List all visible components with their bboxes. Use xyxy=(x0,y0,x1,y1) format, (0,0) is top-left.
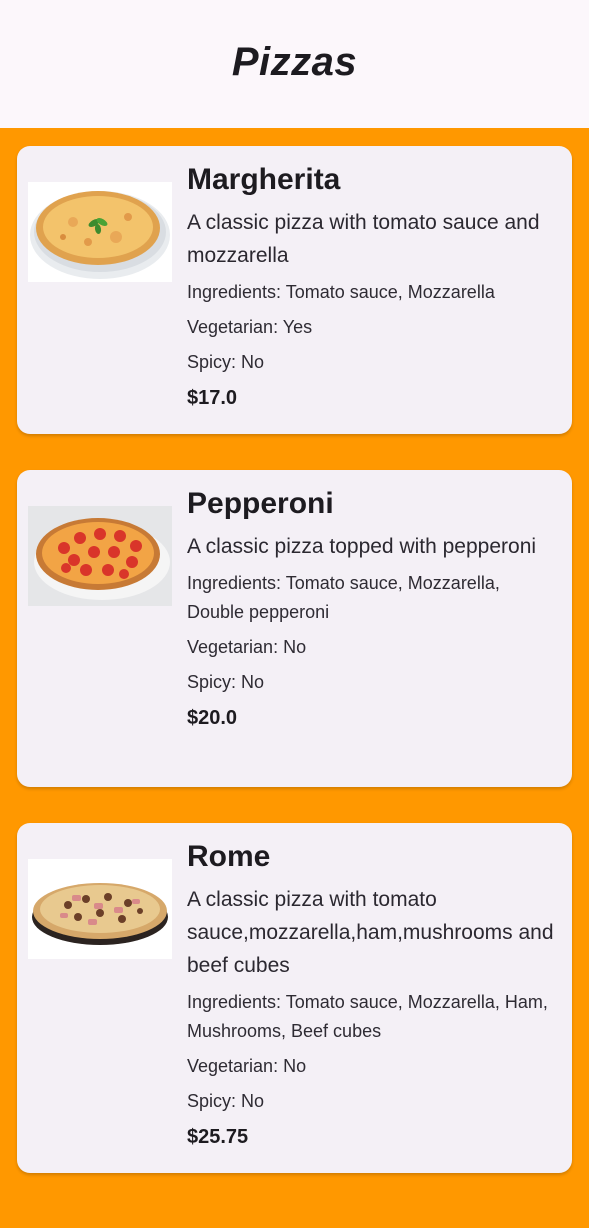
pizza-price: $25.75 xyxy=(187,1126,249,1148)
pizza-card-margherita[interactable]: Margherita A classic pizza with tomato s… xyxy=(17,146,572,434)
pizza-details: Margherita A classic pizza with tomato s… xyxy=(187,146,557,434)
pizza-name: Rome xyxy=(187,840,271,873)
pizza-name: Margherita xyxy=(187,163,341,196)
pizza-details: Rome A classic pizza with tomato sauce,m… xyxy=(187,823,557,1173)
pizza-price: $20.0 xyxy=(187,707,238,729)
pizza-spicy: Spicy: No xyxy=(187,352,265,372)
pizza-card-pepperoni[interactable]: Pepperoni A classic pizza topped with pe… xyxy=(17,470,572,787)
pizza-ingredients: Ingredients: Tomato sauce, Mozzarella xyxy=(187,282,495,302)
pizza-description: A classic pizza topped with pepperoni xyxy=(187,535,537,558)
pizza-description: A classic pizza with tomato sauce,mozzar… xyxy=(187,888,554,977)
pizza-description: A classic pizza with tomato sauce and mo… xyxy=(187,211,540,267)
pizza-vegetarian: Vegetarian: No xyxy=(187,637,307,657)
pizza-ingredients: Ingredients: Tomato sauce, Mozzarella, D… xyxy=(187,573,500,622)
pizza-image xyxy=(28,506,172,606)
pizza-name: Pepperoni xyxy=(187,487,334,520)
pizza-image xyxy=(28,859,172,959)
pizza-vegetarian: Vegetarian: Yes xyxy=(187,317,313,337)
pizza-list[interactable]: Margherita A classic pizza with tomato s… xyxy=(0,128,589,1228)
pizza-ingredients: Ingredients: Tomato sauce, Mozzarella, H… xyxy=(187,992,548,1041)
pizza-spicy: Spicy: No xyxy=(187,672,265,692)
pizza-vegetarian: Vegetarian: No xyxy=(187,1056,307,1076)
pizza-image xyxy=(28,182,172,282)
pizza-card-rome[interactable]: Rome A classic pizza with tomato sauce,m… xyxy=(17,823,572,1173)
app-bar: Pizzas xyxy=(0,0,589,128)
pizza-details: Pepperoni A classic pizza topped with pe… xyxy=(187,470,557,787)
page-title: Pizzas xyxy=(231,39,358,84)
pizza-price: $17.0 xyxy=(187,387,238,409)
pizza-spicy: Spicy: No xyxy=(187,1091,265,1111)
